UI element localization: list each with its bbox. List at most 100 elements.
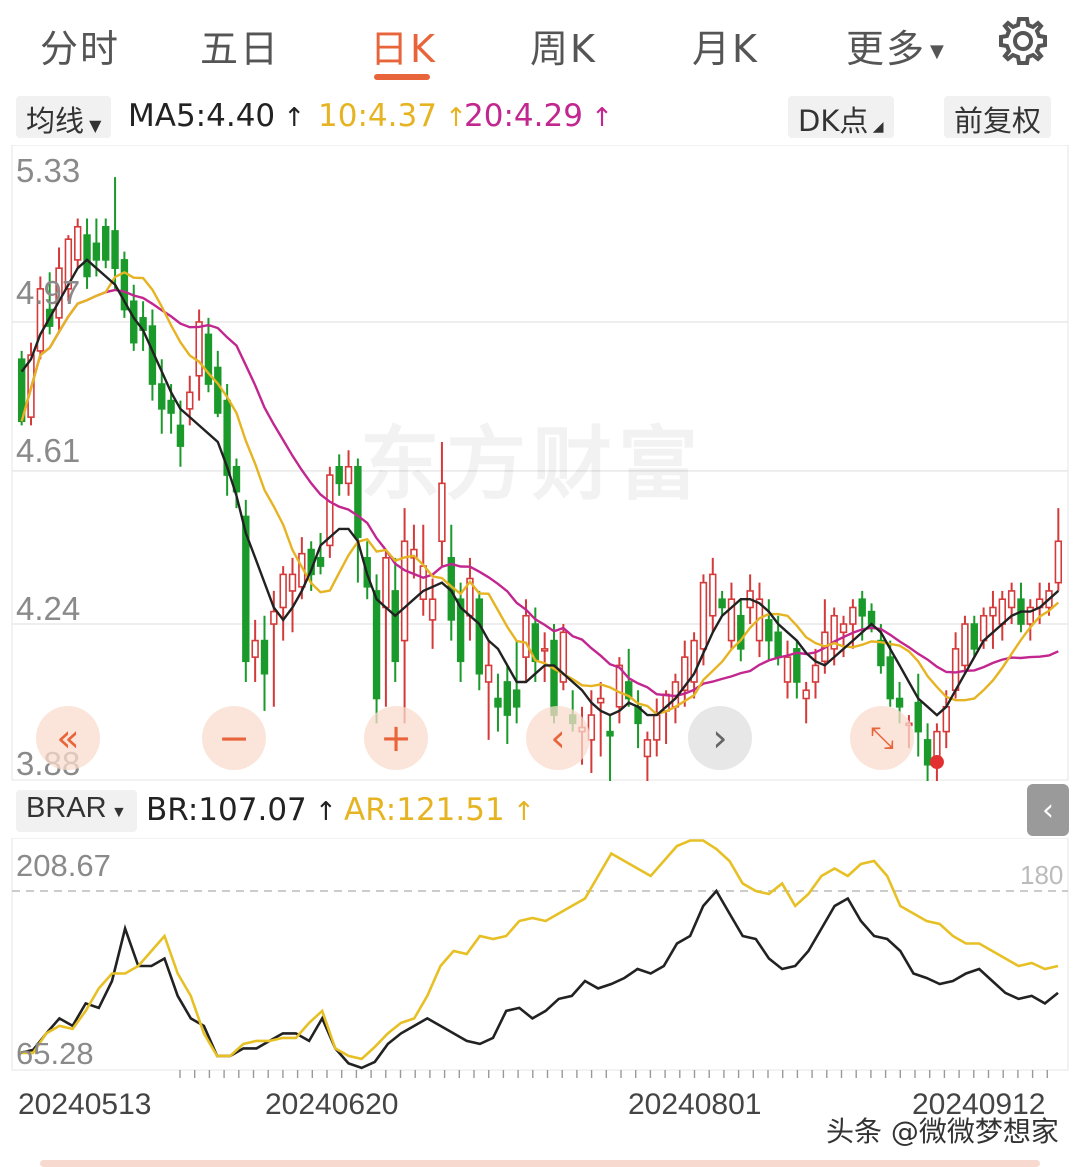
dk-point-label: DK点 (798, 104, 869, 138)
date-tick-3: 20240801 (628, 1088, 762, 1121)
candle-up (428, 598, 437, 621)
candle-up (484, 664, 493, 683)
candle-up (288, 573, 297, 592)
tab-weekly-k[interactable]: 周K (530, 18, 597, 73)
candle-down (606, 730, 614, 737)
candle-down (970, 623, 978, 650)
candle-down (867, 610, 876, 625)
price-tick-2: 4.97 (16, 274, 81, 311)
candle-down (774, 631, 782, 658)
candle-up (195, 321, 203, 377)
candle-down (503, 681, 512, 716)
zoom-out-button[interactable]: − (202, 706, 266, 770)
br-text: BR:107.07 (146, 792, 307, 828)
candle-up (979, 614, 988, 642)
ma20-value: 20:4.29 ↑ (464, 98, 613, 134)
ar-value: AR:121.51 ↑ (344, 792, 535, 828)
background-watermark: 东方财富 (360, 418, 704, 511)
candle-down (512, 689, 521, 708)
ma-selector-label: 均线 (26, 104, 85, 138)
author-watermark: 头条 @微微梦想家 (826, 1115, 1059, 1148)
tab-intraday[interactable]: 分时 (40, 18, 120, 73)
ma10-text: 10:4.37 (318, 98, 437, 134)
candle-down (877, 639, 885, 667)
candle-up (811, 664, 820, 683)
expand-icon[interactable]: ⤡ (850, 706, 914, 770)
up-arrow-icon: ↑ (582, 103, 613, 133)
date-tick-1: 20240513 (18, 1088, 152, 1121)
period-tabs: 分时 五日 日K 周K 月K 更多 ▼ (0, 0, 1080, 88)
caret-down-icon: ▼ (106, 804, 127, 821)
candle-up (251, 639, 259, 658)
candle-up (382, 557, 390, 609)
candle-up (1054, 540, 1063, 584)
up-arrow-icon: ↑ (436, 103, 467, 133)
ma10-value: 10:4.37 ↑ (318, 98, 467, 134)
ma-selector[interactable]: 均线 ▼ (16, 96, 112, 138)
tab-five-day[interactable]: 五日 (200, 18, 280, 73)
candle-up (783, 656, 792, 683)
gear-icon[interactable] (996, 14, 1050, 68)
zoom-in-button[interactable]: + (364, 706, 428, 770)
candle-down (92, 242, 101, 261)
candle-down (214, 366, 222, 414)
tab-daily-k[interactable]: 日K (370, 18, 437, 73)
candle-down (475, 598, 483, 675)
candle-up (643, 739, 652, 758)
up-arrow-icon: ↑ (275, 103, 306, 133)
ar-line (20, 839, 1059, 1061)
sub-indicator-label: BRAR (26, 792, 107, 824)
brar-tick-top: 208.67 (16, 848, 111, 883)
adjust-price-button[interactable]: 前复权 (944, 96, 1052, 138)
tab-more-label: 更多 (846, 27, 927, 71)
ma-indicator-row: 均线 ▼ MA5:4.40 ↑ 10:4.37 ↑ 20:4.29 ↑ DK点 … (0, 92, 1080, 142)
scroll-left-button[interactable]: ‹ (526, 706, 590, 770)
ar-text: AR:121.51 (344, 792, 505, 828)
sub-indicator-selector[interactable]: BRAR ▼ (16, 790, 137, 832)
scroll-right-button[interactable]: › (688, 706, 752, 770)
collapse-panel-button[interactable]: ‹ (1027, 784, 1069, 836)
up-arrow-icon: ↑ (306, 797, 337, 827)
tab-monthly-k[interactable]: 月K (692, 18, 759, 73)
brar-reference-label: 180 (1020, 860, 1064, 890)
corner-caret-icon: ◢ (868, 119, 884, 135)
candle-down (102, 225, 110, 261)
scroll-to-start-button[interactable]: « (36, 706, 100, 770)
candle-down (316, 557, 325, 567)
candle-up (522, 614, 530, 658)
candle-down (83, 234, 91, 278)
candle-up (951, 648, 960, 692)
candle-down (111, 230, 119, 269)
candle-down (765, 619, 773, 642)
candle-down (886, 656, 894, 700)
ma20-text: 20:4.29 (464, 98, 583, 134)
candle-down (923, 739, 932, 766)
candle-up (933, 730, 941, 758)
brar-indicator-row: BRAR ▼ BR:107.07 ↑ AR:121.51 ↑ (0, 786, 1080, 836)
candle-down (335, 465, 343, 485)
candle-up (540, 648, 549, 652)
price-tick-3: 4.61 (16, 432, 81, 469)
candle-up (709, 573, 717, 617)
candle-down (391, 590, 399, 663)
candle-up (344, 465, 353, 485)
candle-up (849, 606, 857, 625)
candle-down (550, 639, 558, 716)
dk-point-button[interactable]: DK点 ◢ (788, 96, 894, 138)
candle-up (998, 598, 1006, 625)
tab-more[interactable]: 更多 ▼ (846, 18, 946, 73)
candle-down (176, 424, 185, 447)
candle-up (961, 623, 969, 667)
br-value: BR:107.07 ↑ (146, 792, 337, 828)
candle-up (802, 689, 810, 700)
ma5-value: MA5:4.40 ↑ (128, 98, 305, 134)
bottom-strip (40, 1160, 1040, 1167)
candle-up (279, 573, 287, 609)
candle-down (914, 701, 922, 733)
br-line (19, 888, 1059, 1070)
candle-up (699, 581, 708, 650)
date-tick-2: 20240620 (265, 1088, 399, 1121)
brar-chart[interactable] (0, 838, 1080, 1078)
candle-down (895, 697, 904, 708)
up-arrow-icon: ↑ (504, 797, 535, 827)
